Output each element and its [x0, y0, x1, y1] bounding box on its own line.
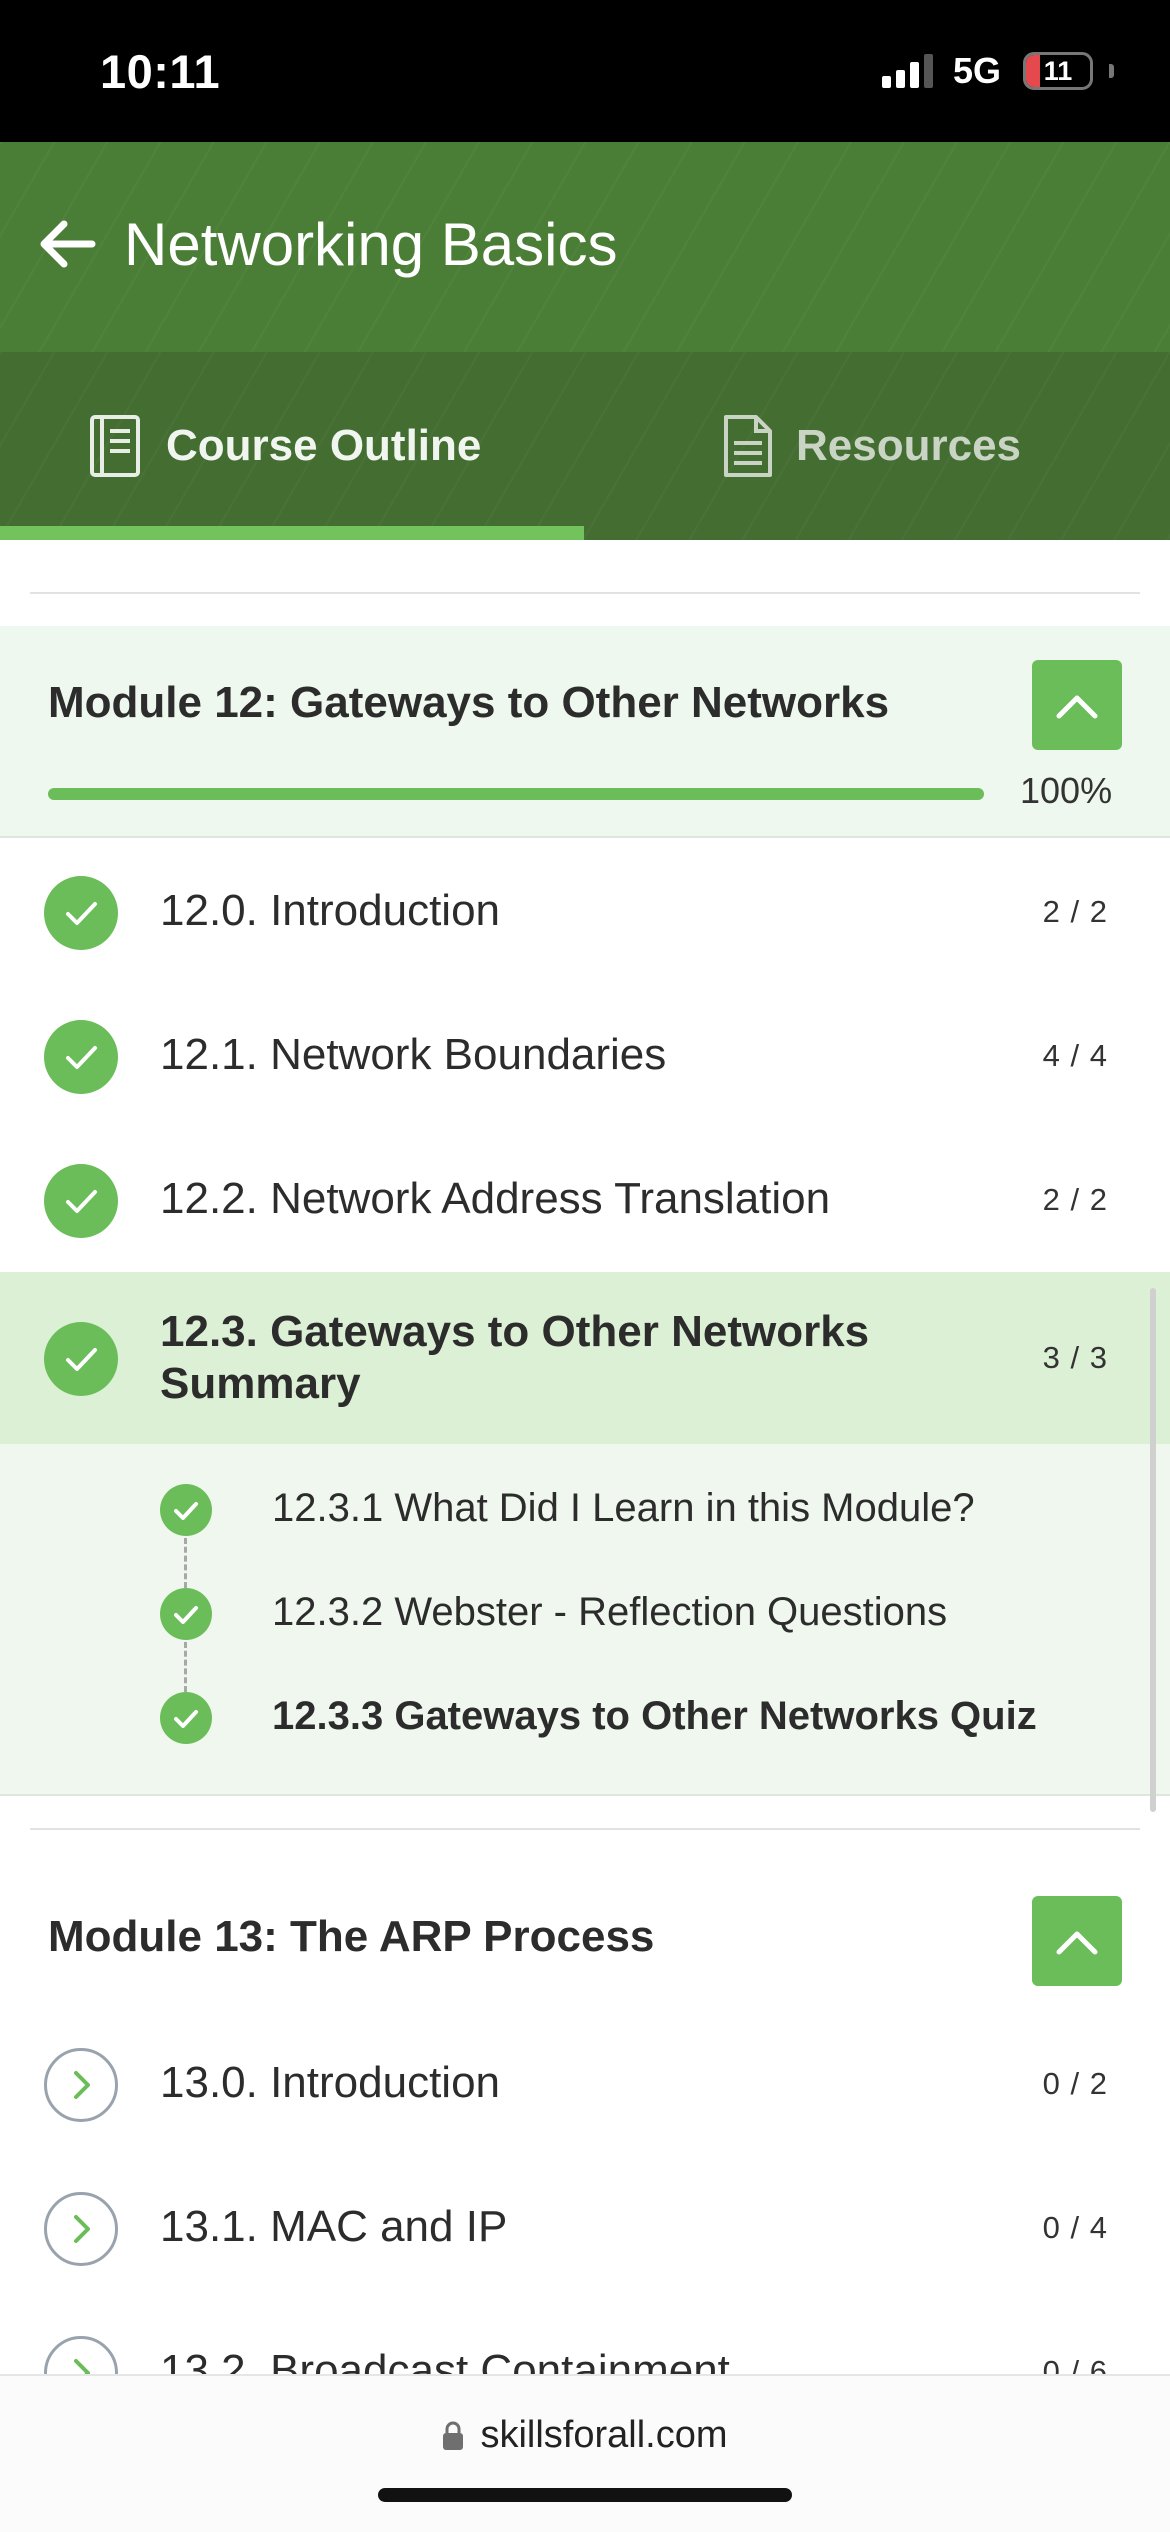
connector-line: [184, 1538, 187, 1588]
connector-line: [184, 1642, 187, 1692]
network-type: 5G: [952, 50, 1001, 91]
item-count: 0 / 6: [1042, 2354, 1108, 2374]
subsection-item[interactable]: 12.3.2 Webster - Reflection Questions: [160, 1588, 1060, 1648]
check-circle-icon: [44, 1020, 118, 1094]
subsection-label: 12.3.2 Webster - Reflection Questions: [272, 1590, 948, 1634]
status-bar: 10:11 5G 11: [0, 0, 1170, 142]
module-progress-fill: [48, 788, 984, 800]
tab-bar: Course Outline Resources: [0, 352, 1170, 540]
divider: [30, 1828, 1140, 1830]
item-count: 4 / 4: [1042, 1038, 1108, 1073]
chevron-right-circle-icon: [44, 2336, 118, 2374]
item-label-line: Summary: [160, 1359, 361, 1408]
item-label: 13.1. MAC and IP: [160, 2202, 508, 2251]
subsection-panel: 12.3.1 What Did I Learn in this Module? …: [0, 1444, 1170, 1796]
active-tab-indicator: [0, 526, 584, 540]
item-label: 12.3. Gateways to Other Networks Summary: [160, 1306, 869, 1410]
chevron-up-icon: [1056, 1931, 1098, 1955]
check-circle-icon: [44, 876, 118, 950]
item-label: 13.2. Broadcast Containment: [160, 2346, 730, 2374]
item-count: 3 / 3: [1042, 1340, 1108, 1375]
module-title: Module 12: Gateways to Other Networks: [48, 678, 890, 727]
divider: [30, 592, 1140, 594]
tab-course-outline[interactable]: Course Outline: [88, 352, 481, 540]
item-label: 12.0. Introduction: [160, 886, 501, 935]
app-header: Networking Basics: [0, 142, 1170, 352]
list-item[interactable]: 12.1. Network Boundaries 4 / 4: [0, 984, 1170, 1128]
list-item[interactable]: 12.2. Network Address Translation 2 / 2: [0, 1128, 1170, 1272]
tab-label: Resources: [796, 421, 1022, 470]
module-12-header[interactable]: Module 12: Gateways to Other Networks: [0, 626, 1170, 838]
home-indicator[interactable]: [378, 2488, 792, 2502]
subsection-label: 12.3.1 What Did I Learn in this Module?: [272, 1486, 975, 1530]
subsection-item[interactable]: 12.3.1 What Did I Learn in this Module?: [160, 1484, 1060, 1544]
back-button[interactable]: [34, 212, 98, 276]
list-item[interactable]: 12.0. Introduction 2 / 2: [0, 840, 1170, 984]
item-label: 13.0. Introduction: [160, 2058, 501, 2107]
battery-level: 11: [1043, 55, 1073, 86]
collapse-module-button[interactable]: [1032, 660, 1122, 750]
item-count: 0 / 2: [1042, 2066, 1108, 2101]
battery-icon: 11: [1023, 52, 1093, 90]
url-display[interactable]: skillsforall.com: [0, 2414, 1170, 2457]
check-circle-icon: [160, 1588, 212, 1640]
subsection-label: 12.3.3 Gateways to Other Networks Quiz: [272, 1694, 1037, 1738]
signal-icon: [881, 54, 933, 88]
chevron-right-circle-icon: [44, 2192, 118, 2266]
module-progress-percent: 100%: [1020, 770, 1113, 811]
module-progress-bar: [48, 788, 984, 800]
item-count: 2 / 2: [1042, 1182, 1108, 1217]
status-time: 10:11: [100, 45, 221, 98]
back-arrow-icon: [40, 220, 96, 268]
item-count: 2 / 2: [1042, 894, 1108, 929]
tab-resources[interactable]: Resources: [722, 352, 1021, 540]
list-item-active[interactable]: 12.3. Gateways to Other Networks Summary…: [0, 1272, 1170, 1444]
list-item[interactable]: 13.0. Introduction 0 / 2: [0, 2012, 1170, 2156]
book-icon: [90, 415, 140, 477]
item-count: 0 / 4: [1042, 2210, 1108, 2245]
item-label: 12.2. Network Address Translation: [160, 1174, 831, 1223]
check-circle-icon: [44, 1322, 118, 1396]
scrollbar[interactable]: [1150, 1288, 1156, 1812]
item-label: 12.1. Network Boundaries: [160, 1030, 667, 1079]
list-item[interactable]: 13.1. MAC and IP 0 / 4: [0, 2156, 1170, 2300]
chevron-up-icon: [1056, 695, 1098, 719]
subsection-item-current[interactable]: 12.3.3 Gateways to Other Networks Quiz: [160, 1692, 1060, 1752]
browser-url-bar[interactable]: skillsforall.com: [0, 2374, 1170, 2532]
document-icon: [724, 415, 772, 477]
collapse-module-button[interactable]: [1032, 1896, 1122, 1986]
chevron-right-circle-icon: [44, 2048, 118, 2122]
lock-icon: [443, 2421, 464, 2450]
url-text: skillsforall.com: [480, 2414, 728, 2456]
check-circle-icon: [160, 1484, 212, 1536]
status-indicators: 5G 11: [881, 50, 1114, 92]
check-circle-icon: [160, 1692, 212, 1744]
tab-label: Course Outline: [166, 421, 482, 470]
module-title: Module 13: The ARP Process: [48, 1912, 655, 1961]
check-circle-icon: [44, 1164, 118, 1238]
page-title: Networking Basics: [124, 211, 618, 278]
item-label-line: 12.3. Gateways to Other Networks: [160, 1307, 870, 1356]
list-item[interactable]: 13.2. Broadcast Containment 0 / 6: [0, 2300, 1170, 2374]
